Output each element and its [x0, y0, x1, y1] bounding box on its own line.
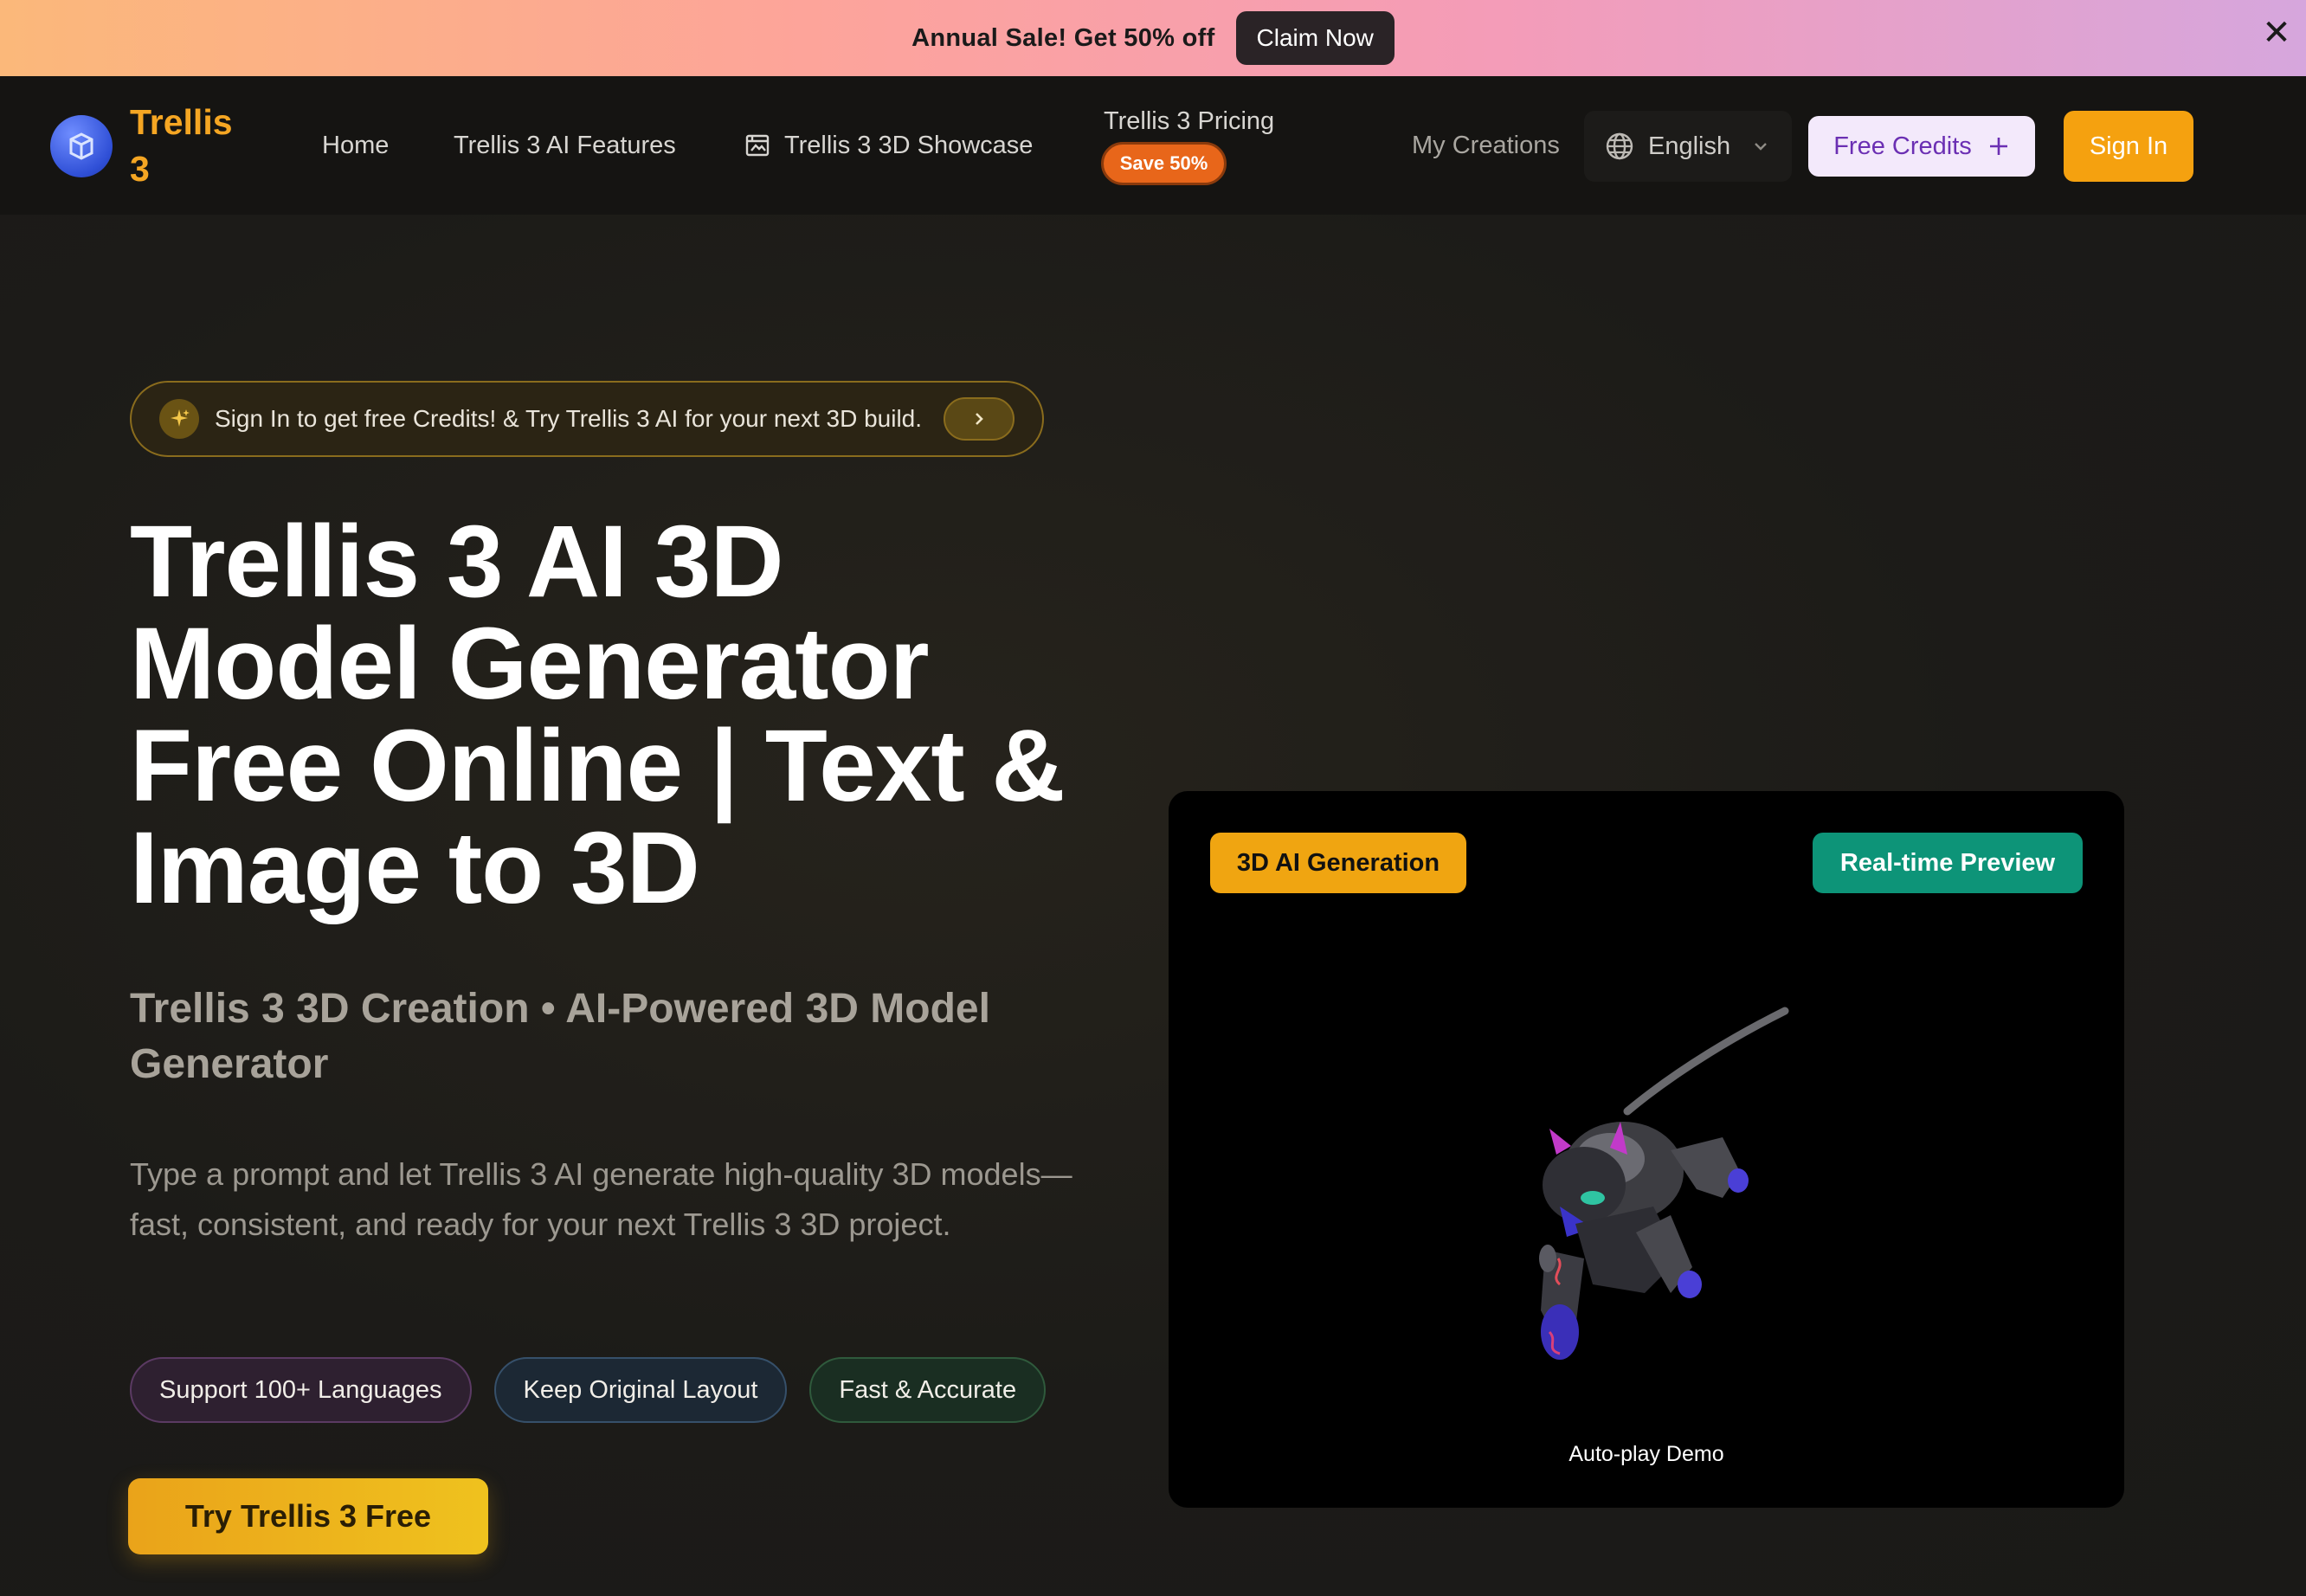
- globe-icon: [1606, 132, 1633, 160]
- brand-name[interactable]: Trellis 3: [130, 99, 251, 192]
- page-title: Trellis 3 AI 3D Model Generator Free Onl…: [130, 505, 1066, 925]
- save-badge: Save 50%: [1101, 142, 1227, 185]
- pill-text: Sign In to get free Credits! & Try Trell…: [215, 405, 923, 432]
- preview-card[interactable]: 3D AI Generation Real-time Preview Auto-…: [1169, 791, 2124, 1508]
- free-credits-label: Free Credits: [1833, 132, 1972, 160]
- tag-layout: Keep Original Layout: [493, 1357, 788, 1423]
- language-label: English: [1648, 132, 1731, 160]
- language-selector[interactable]: English: [1584, 111, 1792, 182]
- sparkle-icon: [159, 399, 199, 439]
- chevron-down-icon: [1755, 143, 1767, 151]
- nav-home[interactable]: Home: [322, 76, 389, 215]
- chevron-right-icon[interactable]: [944, 397, 1015, 441]
- tag-fast: Fast & Accurate: [809, 1357, 1047, 1423]
- showcase-icon: [745, 134, 770, 157]
- nav-showcase[interactable]: Trellis 3 3D Showcase: [744, 76, 1033, 215]
- demo-caption: Auto-play Demo: [1568, 1442, 1724, 1466]
- hero-description: Type a prompt and let Trellis 3 AI gener…: [130, 1156, 1072, 1242]
- tag-languages: Support 100+ Languages: [130, 1357, 472, 1423]
- generation-badge: 3D AI Generation: [1210, 833, 1466, 893]
- nav-pricing-label: Trellis 3 Pricing: [1104, 107, 1275, 135]
- top-navbar: Trellis 3 Home Trellis 3 AI Features Tre…: [0, 76, 2306, 215]
- realtime-preview-badge: Real-time Preview: [1813, 833, 2083, 893]
- sign-in-button[interactable]: Sign In: [2064, 111, 2193, 182]
- promo-banner: Annual Sale! Get 50% off Claim Now ✕: [0, 0, 2306, 76]
- nav-pricing[interactable]: Trellis 3 Pricing Save 50%: [1101, 107, 1275, 185]
- 3d-model-render[interactable]: [1463, 999, 1826, 1397]
- nav-features[interactable]: Trellis 3 AI Features: [454, 76, 676, 215]
- nav-my-creations[interactable]: My Creations: [1412, 76, 1560, 215]
- free-credits-button[interactable]: Free Credits: [1808, 116, 2035, 177]
- cube-logo-icon[interactable]: [50, 115, 113, 177]
- hero-section: Sign In to get free Credits! & Try Trell…: [0, 215, 2306, 1596]
- claim-now-button[interactable]: Claim Now: [1235, 11, 1395, 65]
- nav-showcase-label: Trellis 3 3D Showcase: [784, 131, 1034, 159]
- try-free-button[interactable]: Try Trellis 3 Free: [128, 1478, 488, 1554]
- signin-promo-pill[interactable]: Sign In to get free Credits! & Try Trell…: [130, 381, 1044, 457]
- promo-text: Annual Sale! Get 50% off: [911, 23, 1215, 52]
- close-icon[interactable]: ✕: [2259, 16, 2294, 50]
- feature-tags: Support 100+ Languages Keep Original Lay…: [130, 1357, 1047, 1423]
- plus-icon: [1989, 138, 2007, 155]
- page-subtitle: Trellis 3 3D Creation • AI-Powered 3D Mo…: [130, 986, 990, 1087]
